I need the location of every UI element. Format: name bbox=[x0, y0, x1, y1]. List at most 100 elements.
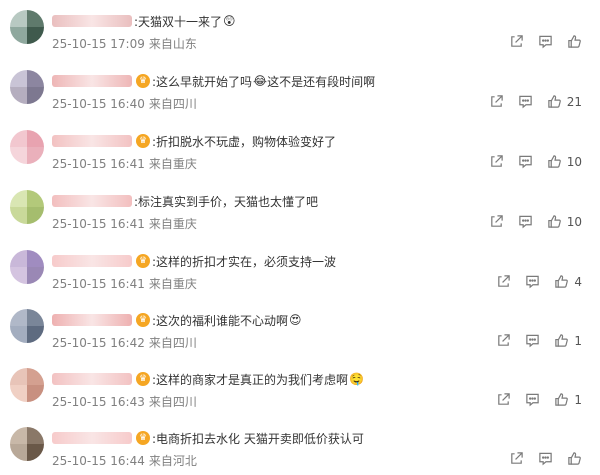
avatar[interactable] bbox=[10, 250, 44, 284]
emoji-icon: 😲 bbox=[223, 14, 236, 28]
username-blurred[interactable] bbox=[52, 314, 132, 326]
comment-text: :这样的商家才是真正的为我们考虑啊 bbox=[152, 372, 349, 387]
like-count: 4 bbox=[574, 274, 582, 289]
comment-location: 来自河北 bbox=[148, 454, 197, 468]
comment-actions: 21 bbox=[475, 94, 582, 109]
comment-actions: 10 bbox=[475, 214, 582, 229]
reply-button[interactable] bbox=[518, 214, 533, 229]
comment-item: ♛:这次的福利谁能不心动啊 😍 25-10-15 16:42 来自四川 1 bbox=[0, 309, 600, 368]
share-button[interactable] bbox=[496, 333, 511, 348]
crown-badge-icon: ♛ bbox=[136, 74, 150, 88]
share-button[interactable] bbox=[496, 274, 511, 289]
like-button[interactable]: 4 bbox=[554, 274, 582, 289]
comment-location: 来自四川 bbox=[148, 395, 197, 409]
comment-meta: 25-10-15 16:43 来自四川 bbox=[52, 393, 197, 410]
comment-icon bbox=[518, 215, 532, 229]
comment-actions: 1 bbox=[482, 333, 582, 348]
reply-button[interactable] bbox=[525, 333, 540, 348]
comment-icon bbox=[539, 452, 552, 466]
like-count: 10 bbox=[566, 214, 582, 229]
comment-meta: 25-10-15 16:41 来自重庆 bbox=[52, 155, 197, 172]
comment-icon bbox=[526, 275, 540, 289]
comment-body: ♛:这么早就开始了吗 😂 这不是还有段时间啊 bbox=[52, 72, 375, 90]
username-blurred[interactable] bbox=[52, 255, 132, 267]
avatar[interactable] bbox=[10, 309, 44, 343]
comment-body: ♛:这次的福利谁能不心动啊 😍 bbox=[52, 311, 302, 329]
comment-date: 25-10-15 16:43 bbox=[52, 395, 145, 409]
reply-button[interactable] bbox=[518, 154, 533, 169]
emoji-icon: 😂 bbox=[253, 74, 268, 88]
comment-location: 来自山东 bbox=[148, 37, 197, 51]
username-blurred[interactable] bbox=[52, 195, 132, 207]
reply-button[interactable] bbox=[525, 274, 540, 289]
reply-button[interactable] bbox=[518, 94, 533, 109]
comment-icon bbox=[526, 393, 540, 407]
comment-body: ♛:这样的折扣才实在，必须支持一波 bbox=[52, 252, 336, 270]
share-button[interactable] bbox=[509, 34, 524, 49]
like-button[interactable]: 1 bbox=[554, 333, 582, 348]
comment-text: :这样的折扣才实在，必须支持一波 bbox=[152, 254, 337, 269]
like-button[interactable]: 10 bbox=[547, 214, 582, 229]
comment-location: 来自四川 bbox=[148, 336, 197, 350]
like-button[interactable] bbox=[567, 451, 582, 466]
share-button[interactable] bbox=[509, 451, 524, 466]
comment-item: ♛:这么早就开始了吗 😂 这不是还有段时间啊 25-10-15 16:40 来自四川 21 bbox=[0, 70, 600, 129]
comment-text: :标注真实到手价，天猫也太懂了吧 bbox=[134, 194, 319, 209]
comment-icon bbox=[539, 35, 552, 49]
comment-item: ♛:这样的折扣才实在，必须支持一波 25-10-15 16:41 来自重庆 4 bbox=[0, 250, 600, 309]
reply-button[interactable] bbox=[525, 392, 540, 407]
comment-icon bbox=[518, 95, 532, 109]
share-icon bbox=[511, 452, 523, 464]
username-blurred[interactable] bbox=[52, 75, 132, 87]
avatar[interactable] bbox=[10, 427, 44, 461]
like-button[interactable]: 1 bbox=[554, 392, 582, 407]
share-button[interactable] bbox=[489, 154, 504, 169]
like-count: 21 bbox=[566, 94, 582, 109]
comment-date: 25-10-15 16:41 bbox=[52, 277, 145, 291]
comment-date: 25-10-15 16:44 bbox=[52, 454, 145, 468]
comment-item: ♛:折扣脱水不玩虚，购物体验变好了 25-10-15 16:41 来自重庆 10 bbox=[0, 130, 600, 189]
reply-button[interactable] bbox=[538, 34, 553, 49]
username-blurred[interactable] bbox=[52, 15, 132, 27]
comment-body: ♛:这样的商家才是真正的为我们考虑啊 🤤 bbox=[52, 370, 364, 388]
share-icon bbox=[490, 215, 503, 227]
share-button[interactable] bbox=[489, 94, 504, 109]
comment-date: 25-10-15 16:41 bbox=[52, 217, 145, 231]
like-button[interactable]: 21 bbox=[547, 94, 582, 109]
like-icon bbox=[555, 275, 569, 288]
comment-location: 来自四川 bbox=[148, 97, 197, 111]
username-blurred[interactable] bbox=[52, 373, 132, 385]
comment-text-continued: 这不是还有段时间啊 bbox=[267, 74, 376, 89]
avatar[interactable] bbox=[10, 10, 44, 44]
like-button[interactable]: 10 bbox=[547, 154, 582, 169]
share-button[interactable] bbox=[489, 214, 504, 229]
comment-item: :天猫双十一来了 😲 25-10-15 17:09 来自山东 bbox=[0, 10, 600, 69]
comment-text: :这么早就开始了吗 bbox=[152, 74, 253, 89]
avatar[interactable] bbox=[10, 130, 44, 164]
avatar[interactable] bbox=[10, 368, 44, 402]
crown-badge-icon: ♛ bbox=[136, 431, 150, 445]
comment-body: ♛:电商折扣去水化 天猫开卖即低价获认可 bbox=[52, 429, 364, 447]
comment-actions: 1 bbox=[482, 392, 582, 407]
comment-actions bbox=[495, 34, 582, 49]
like-icon bbox=[568, 35, 581, 48]
like-button[interactable] bbox=[567, 34, 582, 49]
like-icon bbox=[555, 393, 569, 406]
share-button[interactable] bbox=[496, 392, 511, 407]
crown-badge-icon: ♛ bbox=[136, 134, 150, 148]
emoji-icon: 🤤 bbox=[349, 372, 364, 386]
avatar[interactable] bbox=[10, 190, 44, 224]
avatar[interactable] bbox=[10, 70, 44, 104]
share-icon bbox=[498, 393, 511, 405]
reply-button[interactable] bbox=[538, 451, 553, 466]
like-icon bbox=[547, 155, 561, 168]
comment-body: ♛:折扣脱水不玩虚，购物体验变好了 bbox=[52, 132, 336, 150]
username-blurred[interactable] bbox=[52, 135, 132, 147]
username-blurred[interactable] bbox=[52, 432, 132, 444]
emoji-icon: 😍 bbox=[289, 313, 302, 327]
comment-body: :天猫双十一来了 😲 bbox=[52, 12, 236, 30]
crown-badge-icon: ♛ bbox=[136, 372, 150, 386]
comment-text: :天猫双十一来了 bbox=[134, 14, 223, 29]
like-icon bbox=[555, 334, 569, 347]
share-icon bbox=[490, 95, 503, 107]
